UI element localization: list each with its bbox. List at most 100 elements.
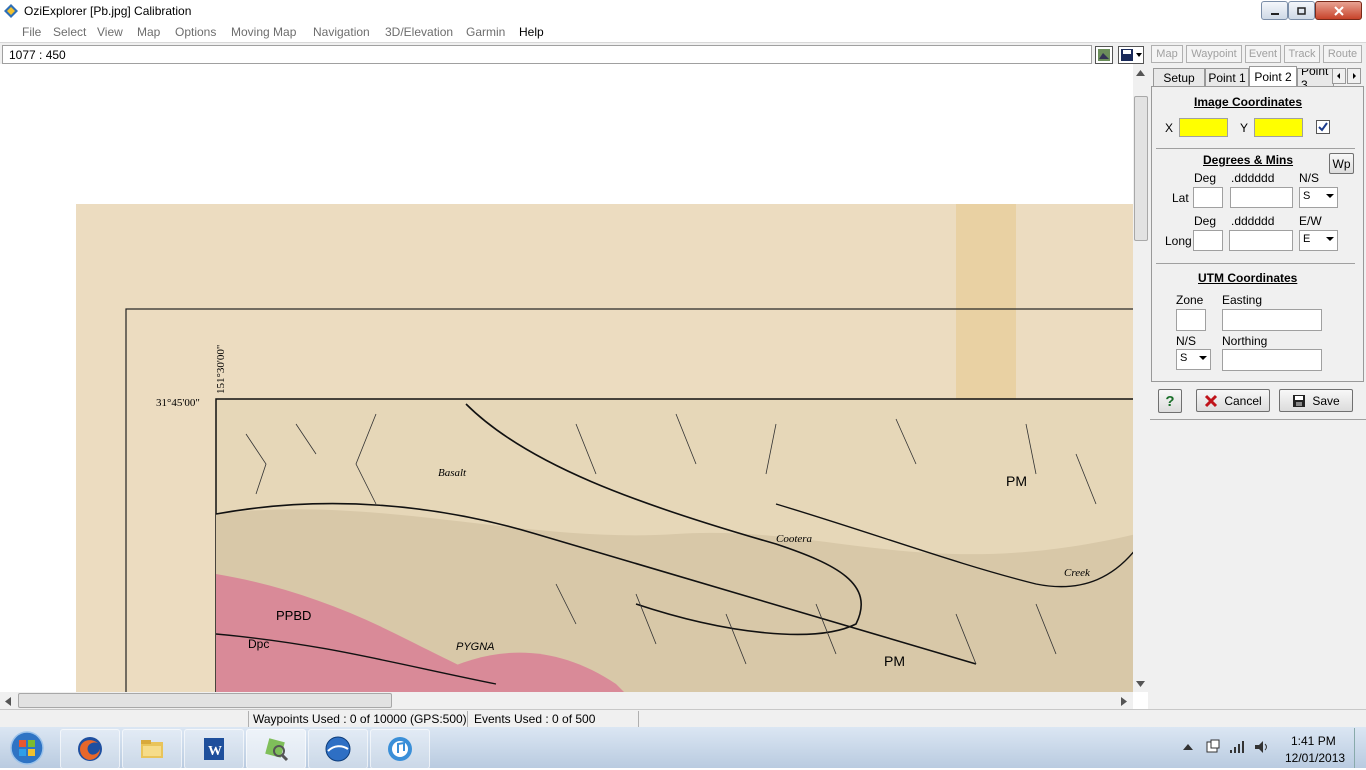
windows-start-icon — [10, 731, 44, 765]
northing-label: Northing — [1222, 334, 1268, 348]
taskbar-google-earth[interactable] — [308, 729, 368, 769]
menu-map[interactable]: Map — [137, 25, 160, 39]
ew-label: E/W — [1299, 214, 1322, 228]
map-pm-label-1: PM — [1006, 473, 1027, 489]
volume-icon[interactable] — [1254, 740, 1270, 754]
action-center-icon[interactable] — [1205, 739, 1221, 755]
tab-point-1[interactable]: Point 1 — [1205, 68, 1249, 86]
map-canvas[interactable]: 31°45'00" 151°30'00" Basalt Cootera Cree… — [0, 64, 1133, 692]
lat-ns-select[interactable]: S — [1299, 187, 1338, 208]
horizontal-scroll-thumb[interactable] — [18, 693, 392, 708]
show-desktop-button[interactable] — [1354, 728, 1366, 768]
mode-map-button[interactable]: Map — [1151, 45, 1183, 63]
image-icon[interactable] — [1095, 46, 1113, 64]
menu-garmin[interactable]: Garmin — [466, 25, 505, 39]
toolbar: 1077 : 450 Map Waypoint Event Track Rout… — [0, 42, 1366, 65]
long-deg-input[interactable] — [1193, 230, 1223, 251]
tab-setup[interactable]: Setup — [1153, 68, 1205, 86]
status-bar: Waypoints Used : 0 of 10000 (GPS:500) Ev… — [0, 709, 1366, 728]
ozi-map-icon — [265, 738, 289, 762]
long-deg-label: Deg — [1194, 214, 1217, 228]
map-image[interactable]: 31°45'00" 151°30'00" Basalt Cootera Cree… — [76, 204, 1133, 692]
menu-moving-map[interactable]: Moving Map — [231, 25, 296, 39]
tab-point-3[interactable]: Point 3 — [1297, 68, 1334, 86]
scroll-up-icon[interactable] — [1136, 70, 1145, 76]
image-x-input[interactable] — [1179, 118, 1228, 137]
utm-northing-input[interactable] — [1222, 349, 1322, 371]
folder-icon — [141, 740, 163, 758]
scroll-right-icon[interactable] — [1121, 697, 1127, 706]
x-label: X — [1165, 121, 1174, 135]
clock-time[interactable]: 1:41 PM — [1291, 734, 1336, 748]
long-ew-select[interactable]: E — [1299, 230, 1338, 251]
map-pygna-label: PYGNA — [456, 641, 495, 653]
image-coords-checkbox[interactable] — [1316, 120, 1330, 134]
status-divider — [467, 711, 468, 727]
map-ppbd-label: PPBD — [276, 608, 311, 623]
map-creek-label: Creek — [1064, 567, 1091, 579]
show-hidden-icons-icon[interactable] — [1183, 743, 1193, 751]
menu-navigation[interactable]: Navigation — [313, 25, 370, 39]
clock-date[interactable]: 12/01/2013 — [1285, 751, 1345, 765]
tab-point-2[interactable]: Point 2 — [1249, 66, 1297, 87]
lat-dec-input[interactable] — [1230, 187, 1293, 208]
tab-scroll-left[interactable] — [1332, 68, 1346, 84]
dropdown-arrow-icon — [1326, 194, 1334, 198]
lat-label: Lat — [1172, 191, 1189, 205]
menu-file[interactable]: File — [22, 25, 41, 39]
map-pm-label-2: PM — [884, 653, 905, 669]
title-bar: OziExplorer [Pb.jpg] Calibration — [0, 0, 1366, 22]
start-button[interactable] — [4, 729, 50, 767]
menu-select[interactable]: Select — [53, 25, 86, 39]
save-disk-icon[interactable] — [1118, 46, 1144, 64]
taskbar-word[interactable]: W — [184, 729, 244, 769]
mode-waypoint-button[interactable]: Waypoint — [1186, 45, 1242, 63]
save-button[interactable]: Save — [1279, 389, 1353, 412]
taskbar-oziexplorer[interactable] — [246, 729, 306, 769]
events-used-status: Events Used : 0 of 500 — [474, 712, 596, 726]
mode-track-button[interactable]: Track — [1284, 45, 1320, 63]
ns-label: N/S — [1299, 171, 1320, 185]
menu-help[interactable]: Help — [519, 25, 544, 39]
taskbar-explorer[interactable] — [122, 729, 182, 769]
close-icon — [1333, 5, 1344, 16]
ozi-app-icon — [3, 3, 19, 19]
close-button[interactable] — [1315, 1, 1362, 20]
mode-event-button[interactable]: Event — [1245, 45, 1281, 63]
menu-3d-elevation[interactable]: 3D/Elevation — [385, 25, 453, 39]
map-basalt-label: Basalt — [438, 467, 467, 479]
utm-ns-label: N/S — [1176, 334, 1197, 348]
scroll-down-icon[interactable] — [1136, 681, 1145, 687]
save-disk-icon — [1293, 394, 1306, 407]
chevron-right-icon — [1353, 73, 1356, 79]
map-cootera-label: Cootera — [776, 533, 813, 545]
image-y-input[interactable] — [1254, 118, 1303, 137]
taskbar-itunes[interactable] — [370, 729, 430, 769]
tab-scroll-right[interactable] — [1347, 68, 1361, 84]
easting-label: Easting — [1222, 293, 1263, 307]
coordinate-text: 1077 : 450 — [9, 48, 66, 62]
menu-bar: File Select View Map Options Moving Map … — [0, 22, 1366, 42]
scroll-left-icon[interactable] — [5, 697, 11, 706]
utm-easting-input[interactable] — [1222, 309, 1322, 331]
utm-zone-input[interactable] — [1176, 309, 1206, 331]
help-button[interactable]: ? — [1158, 389, 1182, 413]
menu-options[interactable]: Options — [175, 25, 216, 39]
lat-deg-input[interactable] — [1193, 187, 1223, 208]
utm-ns-select[interactable]: S — [1176, 349, 1211, 370]
checkmark-icon — [1318, 122, 1328, 132]
map-lat-label: 31°45'00" — [156, 397, 200, 409]
cancel-button[interactable]: Cancel — [1196, 389, 1270, 412]
utm-coordinates-title: UTM Coordinates — [1198, 271, 1298, 285]
maximize-button[interactable] — [1288, 1, 1315, 20]
network-icon[interactable] — [1229, 740, 1245, 754]
map-dpc-label: Dpc — [248, 637, 269, 651]
menu-view[interactable]: View — [97, 25, 123, 39]
long-dec-input[interactable] — [1229, 230, 1293, 251]
wp-button[interactable]: Wp — [1329, 153, 1354, 174]
vertical-scroll-thumb[interactable] — [1134, 96, 1148, 241]
minimize-button[interactable] — [1261, 1, 1288, 20]
taskbar-firefox[interactable] — [60, 729, 120, 769]
coordinate-display: 1077 : 450 — [2, 45, 1092, 64]
mode-route-button[interactable]: Route — [1323, 45, 1362, 63]
